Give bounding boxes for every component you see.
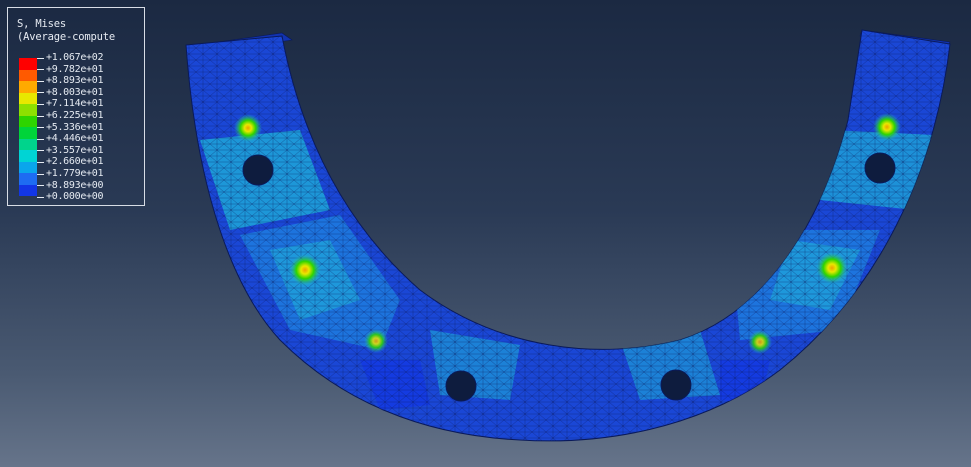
legend-swatch: [19, 69, 37, 81]
legend-tick-label: +1.067e+02: [46, 52, 104, 63]
legend-tick-label: +0.000e+00: [46, 191, 104, 203]
legend-swatch: [19, 104, 37, 116]
legend-tick-mark: [37, 138, 44, 140]
legend-tick: +4.446e+01: [37, 133, 104, 145]
legend-tick: +1.067e+02: [37, 52, 104, 64]
legend-swatch: [19, 81, 37, 93]
legend-tick-mark: [37, 185, 44, 187]
legend-tick-label: +3.557e+01: [46, 144, 104, 156]
legend-swatch: [19, 184, 37, 196]
legend-tick: +1.779e+01: [37, 168, 104, 180]
legend-tick-label: +2.660e+01: [46, 156, 104, 168]
part-side-face: [195, 29, 951, 53]
legend-tick: +8.893e+00: [37, 179, 104, 192]
stress-regions: [186, 30, 950, 441]
legend-tick-label: +5.336e+01: [46, 121, 104, 133]
bolt-hole: [660, 369, 692, 401]
stress-hotspot: [873, 113, 901, 141]
legend-swatch: [19, 58, 37, 70]
legend-swatch: [19, 138, 37, 150]
legend-tick-mark: [37, 150, 44, 152]
legend-tick-mark: [37, 196, 44, 198]
legend-title-averaging: (Average-compute: [17, 31, 115, 43]
legend-tick-mark: [37, 92, 44, 94]
bolt-hole: [445, 370, 477, 402]
legend-tick: +5.336e+01: [37, 121, 104, 134]
legend-color-bar: [19, 58, 37, 196]
legend-swatch: [19, 127, 37, 139]
legend-tick-mark: [37, 173, 44, 175]
stress-hotspot: [289, 254, 321, 286]
legend-tick-label: +4.446e+01: [46, 133, 104, 145]
legend-tick-mark: [37, 115, 44, 117]
legend-title-variable: S, Mises: [17, 18, 66, 30]
legend-tick: +8.003e+01: [37, 86, 104, 99]
contour-legend: S, Mises (Average-compute +1.067e+02 +9.7…: [7, 7, 145, 206]
legend-tick: +0.000e+00: [37, 191, 104, 203]
legend-tick: +6.225e+01: [37, 110, 104, 122]
legend-swatch: [19, 115, 37, 127]
legend-swatch: [19, 161, 37, 173]
legend-tick-label: +9.782e+01: [46, 63, 104, 75]
legend-tick-label: +8.893e+00: [46, 179, 104, 191]
legend-tick-label: +8.893e+01: [46, 75, 104, 87]
legend-tick-mark: [37, 103, 44, 105]
legend-swatch: [19, 173, 37, 185]
legend-tick-label: +1.779e+01: [46, 168, 104, 179]
legend-tick: +3.557e+01: [37, 144, 104, 157]
stress-hotspot: [748, 330, 772, 354]
stress-hotspot: [234, 114, 262, 142]
legend-tick-mark: [37, 69, 44, 71]
legend-tick-mark: [37, 80, 44, 82]
legend-tick: +2.660e+01: [37, 156, 104, 168]
legend-tick: +9.782e+01: [37, 63, 104, 76]
legend-tick-mark: [37, 161, 44, 163]
bolt-hole: [242, 154, 274, 186]
model-viewport[interactable]: [0, 0, 971, 467]
legend-tick: +8.893e+01: [37, 75, 104, 87]
legend-tick-mark: [37, 57, 44, 59]
legend-tick: +7.114e+01: [37, 98, 104, 110]
legend-tick-label: +7.114e+01: [46, 98, 104, 110]
legend-swatch: [19, 92, 37, 104]
bolt-hole: [864, 152, 896, 184]
legend-tick-mark: [37, 127, 44, 129]
stress-hotspot: [364, 329, 388, 353]
legend-tick-label: +8.003e+01: [46, 86, 104, 98]
legend-tick-label: +6.225e+01: [46, 110, 104, 121]
stress-hotspot: [816, 252, 848, 284]
legend-swatch: [19, 150, 37, 162]
